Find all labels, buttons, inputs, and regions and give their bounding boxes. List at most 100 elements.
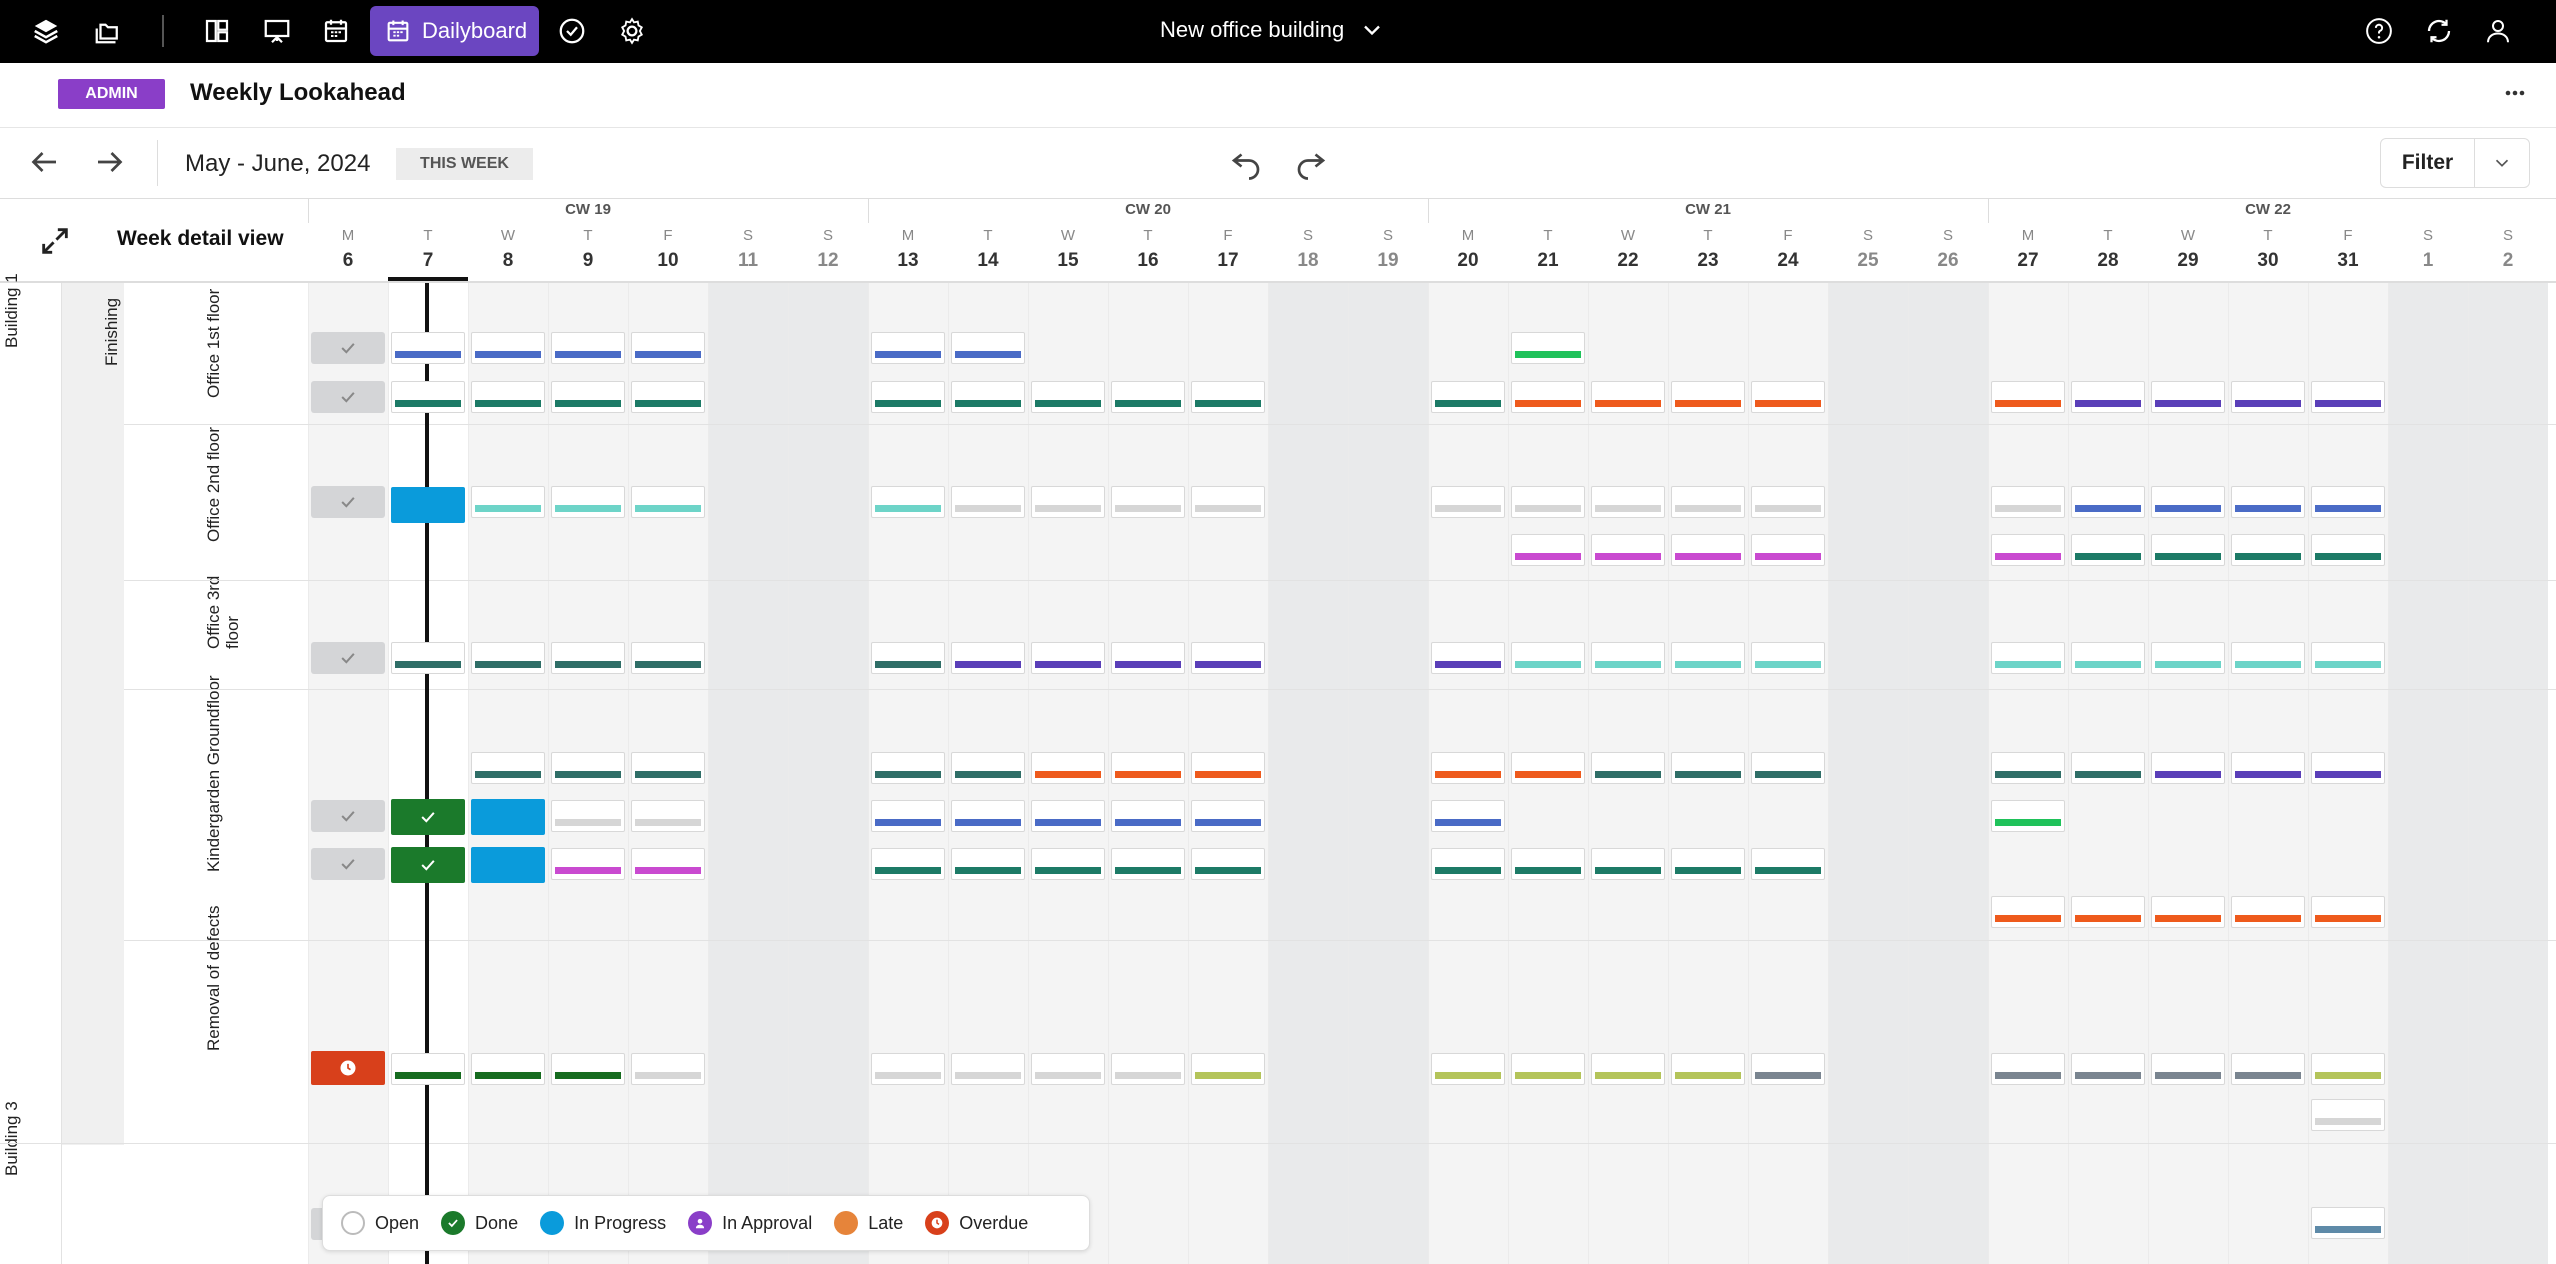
task-card[interactable]	[2231, 642, 2305, 674]
check-button[interactable]	[311, 381, 385, 413]
task-card[interactable]	[1191, 800, 1265, 832]
project-title[interactable]: New office building	[1160, 17, 1344, 43]
task-card[interactable]	[631, 1053, 705, 1085]
task-card[interactable]	[2151, 381, 2225, 413]
day-header[interactable]: S 26	[1908, 221, 1988, 281]
task-card[interactable]	[1031, 381, 1105, 413]
task-card[interactable]	[471, 642, 545, 674]
task-card[interactable]	[871, 642, 945, 674]
task-card[interactable]	[1591, 752, 1665, 784]
task-card[interactable]	[2151, 642, 2225, 674]
task-card[interactable]	[2231, 896, 2305, 928]
day-header[interactable]: F 10	[628, 221, 708, 281]
task-card[interactable]	[551, 381, 625, 413]
in-progress-task[interactable]	[471, 799, 545, 835]
task-card[interactable]	[1431, 800, 1505, 832]
task-card[interactable]	[1191, 486, 1265, 518]
presentation-icon[interactable]	[259, 13, 295, 49]
day-header[interactable]: W 29	[2148, 221, 2228, 281]
task-card[interactable]	[391, 1053, 465, 1085]
task-card[interactable]	[1751, 486, 1825, 518]
task-card[interactable]	[1191, 642, 1265, 674]
task-card[interactable]	[1751, 534, 1825, 566]
task-card[interactable]	[1751, 642, 1825, 674]
task-card[interactable]	[1031, 1053, 1105, 1085]
task-card[interactable]	[1431, 848, 1505, 880]
task-card[interactable]	[631, 332, 705, 364]
task-card[interactable]	[2071, 752, 2145, 784]
chevron-down-icon[interactable]	[1358, 16, 1386, 44]
task-card[interactable]	[2311, 381, 2385, 413]
folders-icon[interactable]	[90, 13, 126, 49]
task-card[interactable]	[951, 486, 1025, 518]
check-button[interactable]	[311, 642, 385, 674]
task-card[interactable]	[471, 332, 545, 364]
day-header[interactable]: T 16	[1108, 221, 1188, 281]
task-card[interactable]	[1111, 1053, 1185, 1085]
task-card[interactable]	[1671, 534, 1745, 566]
task-card[interactable]	[471, 486, 545, 518]
arrow-left-icon[interactable]	[26, 144, 62, 180]
task-card[interactable]	[631, 800, 705, 832]
settings-icon[interactable]	[614, 13, 650, 49]
task-card[interactable]	[551, 1053, 625, 1085]
sync-icon[interactable]	[2421, 13, 2457, 49]
task-card[interactable]	[1991, 800, 2065, 832]
task-card[interactable]	[2071, 642, 2145, 674]
task-card[interactable]	[471, 381, 545, 413]
task-card[interactable]	[1991, 534, 2065, 566]
day-header[interactable]: T 23	[1668, 221, 1748, 281]
task-card[interactable]	[1111, 642, 1185, 674]
task-card[interactable]	[1671, 848, 1745, 880]
task-card[interactable]	[551, 800, 625, 832]
layout-icon[interactable]	[199, 13, 235, 49]
task-card[interactable]	[871, 752, 945, 784]
task-card[interactable]	[551, 332, 625, 364]
task-card[interactable]	[1751, 381, 1825, 413]
task-card[interactable]	[1511, 642, 1585, 674]
task-card[interactable]	[1111, 752, 1185, 784]
task-card[interactable]	[631, 848, 705, 880]
task-card[interactable]	[2151, 896, 2225, 928]
task-card[interactable]	[1511, 752, 1585, 784]
task-card[interactable]	[1591, 848, 1665, 880]
task-card[interactable]	[551, 752, 625, 784]
task-card[interactable]	[2311, 1099, 2385, 1131]
day-header[interactable]: F 31	[2308, 221, 2388, 281]
expand-icon[interactable]	[38, 224, 72, 258]
task-card[interactable]	[2151, 486, 2225, 518]
task-card[interactable]	[1031, 800, 1105, 832]
day-header[interactable]: T 14	[948, 221, 1028, 281]
task-card[interactable]	[1031, 486, 1105, 518]
day-header[interactable]: F 24	[1748, 221, 1828, 281]
in-progress-task[interactable]	[471, 847, 545, 883]
task-card[interactable]	[1431, 642, 1505, 674]
task-card[interactable]	[2151, 752, 2225, 784]
calendar-icon[interactable]	[318, 13, 354, 49]
task-card[interactable]	[1991, 381, 2065, 413]
check-button[interactable]	[311, 332, 385, 364]
day-header[interactable]: W 22	[1588, 221, 1668, 281]
day-header[interactable]: W8	[468, 221, 548, 281]
day-header[interactable]: S 11	[708, 221, 788, 281]
task-card[interactable]	[1591, 642, 1665, 674]
filter-button[interactable]: Filter	[2380, 138, 2530, 188]
task-card[interactable]	[2311, 534, 2385, 566]
task-card[interactable]	[951, 1053, 1025, 1085]
task-card[interactable]	[871, 800, 945, 832]
task-card[interactable]	[1591, 486, 1665, 518]
task-card[interactable]	[951, 848, 1025, 880]
task-card[interactable]	[951, 332, 1025, 364]
task-card[interactable]	[951, 752, 1025, 784]
help-icon[interactable]	[2361, 13, 2397, 49]
task-card[interactable]	[471, 752, 545, 784]
task-card[interactable]	[1191, 1053, 1265, 1085]
task-card[interactable]	[1511, 486, 1585, 518]
task-card[interactable]	[391, 381, 465, 413]
day-header[interactable]: S 12	[788, 221, 868, 281]
task-card[interactable]	[2311, 1053, 2385, 1085]
task-card[interactable]	[1751, 848, 1825, 880]
task-card[interactable]	[871, 486, 945, 518]
task-card[interactable]	[1031, 848, 1105, 880]
day-header[interactable]: T 30	[2228, 221, 2308, 281]
